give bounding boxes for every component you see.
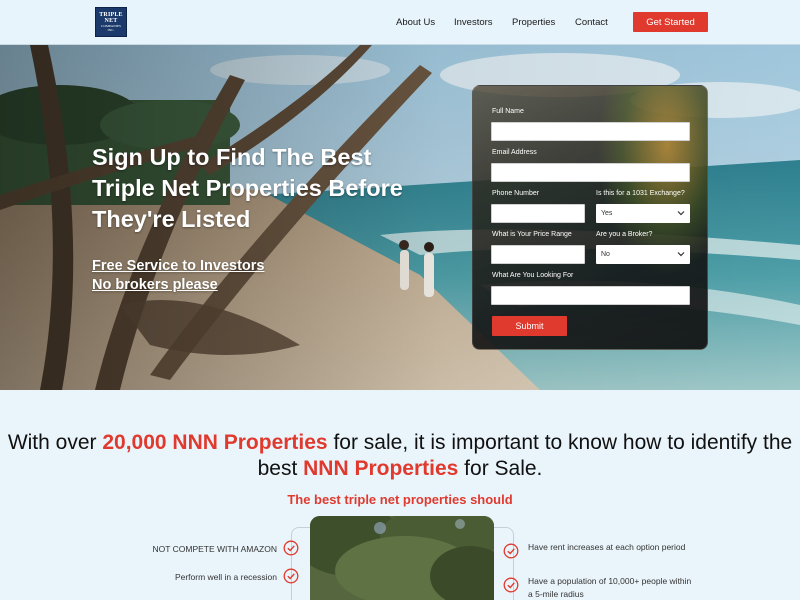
signup-form: Full Name Email Address Phone Number Is … bbox=[472, 85, 708, 350]
hero-subtitle-free-service: Free Service to Investors bbox=[92, 258, 265, 274]
site-header: TRIPLE NET COMPANIES INC. About Us Inves… bbox=[0, 0, 800, 45]
check-circle-icon bbox=[503, 577, 519, 593]
headline-highlight-2: NNN Properties bbox=[303, 457, 459, 480]
hero-section: Sign Up to Find The Best Triple Net Prop… bbox=[0, 45, 800, 390]
submit-button[interactable]: Submit bbox=[492, 316, 567, 336]
price-range-input[interactable] bbox=[491, 245, 585, 264]
broker-select[interactable]: No bbox=[596, 245, 690, 264]
headline-text-3: for Sale. bbox=[458, 457, 543, 480]
exchange-select[interactable]: Yes bbox=[596, 204, 690, 223]
info-section: With over 20,000 NNN Properties for sale… bbox=[0, 390, 800, 600]
full-name-input[interactable] bbox=[491, 122, 690, 141]
looking-for-input[interactable] bbox=[491, 286, 690, 305]
feature-recession: Perform well in a recession bbox=[174, 572, 277, 582]
exchange-select-value: Yes bbox=[601, 210, 613, 217]
tree-image bbox=[310, 516, 494, 600]
feature-rent-increases: Have rent increases at each option perio… bbox=[528, 542, 686, 552]
check-circle-icon bbox=[503, 543, 519, 559]
hero-title: Sign Up to Find The Best Triple Net Prop… bbox=[92, 144, 403, 232]
phone-label: Phone Number bbox=[492, 190, 540, 197]
check-circle-icon bbox=[283, 568, 299, 584]
price-range-label: What is Your Price Range bbox=[492, 231, 572, 238]
hero-subtitle-no-brokers: No brokers please bbox=[92, 277, 218, 293]
chevron-down-icon bbox=[677, 252, 685, 257]
broker-select-value: No bbox=[601, 251, 610, 258]
broker-label: Are you a Broker? bbox=[596, 231, 653, 238]
email-label: Email Address bbox=[492, 149, 537, 156]
check-circle-icon bbox=[283, 540, 299, 556]
chevron-down-icon bbox=[677, 211, 685, 216]
nav-contact[interactable]: Contact bbox=[575, 17, 608, 28]
logo-text-line4: INC. bbox=[107, 28, 115, 32]
looking-for-label: What Are You Looking For bbox=[492, 272, 574, 279]
feature-not-compete-amazon: NOT COMPETE WITH AMAZON bbox=[152, 544, 277, 554]
phone-input[interactable] bbox=[491, 204, 585, 223]
full-name-label: Full Name bbox=[492, 108, 524, 115]
email-input[interactable] bbox=[491, 163, 690, 182]
exchange-label: Is this for a 1031 Exchange? bbox=[596, 190, 685, 197]
nav-properties[interactable]: Properties bbox=[512, 17, 555, 28]
feature-population: Have a population of 10,000+ people with… bbox=[528, 576, 692, 599]
property-photo bbox=[310, 516, 494, 600]
headline-text-1: With over bbox=[7, 431, 103, 454]
section-headline: With over 20,000 NNN Properties for sale… bbox=[0, 430, 800, 482]
headline-highlight-1: 20,000 NNN Properties bbox=[102, 431, 328, 454]
section-subhead: The best triple net properties should bbox=[287, 492, 513, 507]
company-logo[interactable]: TRIPLE NET COMPANIES INC. bbox=[95, 7, 127, 37]
get-started-button[interactable]: Get Started bbox=[633, 12, 708, 32]
nav-about-us[interactable]: About Us bbox=[396, 17, 435, 28]
logo-text-line2: NET bbox=[104, 17, 118, 24]
nav-investors[interactable]: Investors bbox=[454, 17, 493, 28]
left-bracket-decoration bbox=[291, 527, 311, 600]
